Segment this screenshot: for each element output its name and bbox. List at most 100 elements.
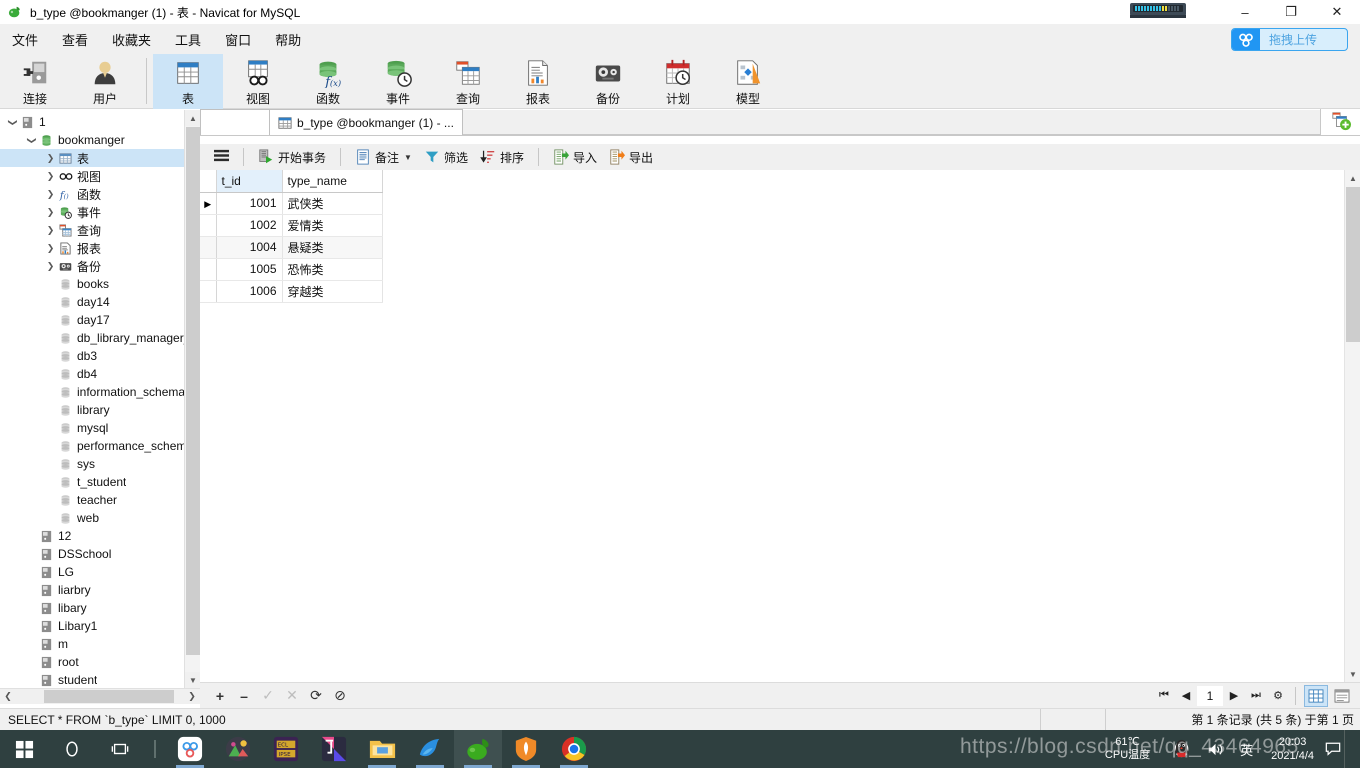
form-view-button[interactable]	[1330, 685, 1354, 707]
next-page-button[interactable]: ▶	[1223, 685, 1245, 707]
sidebar-item-day17[interactable]: day17	[0, 311, 199, 329]
sidebar-item--[interactable]: ❯ f() 函数	[0, 185, 199, 203]
menu-view[interactable]: 查看	[50, 26, 100, 53]
row-selector[interactable]: ▶	[200, 192, 217, 215]
cell-t_id[interactable]: 1001	[216, 192, 283, 215]
toolbar-button-connection[interactable]: 连接	[0, 54, 70, 109]
cell-type_name[interactable]: 恐怖类	[282, 258, 383, 281]
cell-t_id[interactable]: 1006	[216, 280, 283, 303]
sidebar-vertical-scrollbar[interactable]: ▲ ▼	[184, 110, 201, 688]
sidebar-item-root[interactable]: root	[0, 653, 199, 671]
row-selector[interactable]	[200, 258, 217, 281]
prev-page-button[interactable]: ◀	[1175, 685, 1197, 707]
toolbar-button-user[interactable]: 用户	[70, 54, 140, 109]
sidebar-item-m[interactable]: m	[0, 635, 199, 653]
sidebar-scroll-thumb[interactable]	[186, 127, 200, 655]
sidebar-item-db_library_manager_[interactable]: db_library_manager_	[0, 329, 199, 347]
sidebar-item--[interactable]: ❯ 查询	[0, 221, 199, 239]
sidebar-item--[interactable]: ❯ 事件	[0, 203, 199, 221]
sidebar-item-t_student[interactable]: t_student	[0, 473, 199, 491]
cell-type_name[interactable]: 穿越类	[282, 280, 383, 303]
column-header-type_name[interactable]: type_name	[282, 170, 383, 193]
toolbar-button-function[interactable]: f (x) 函数	[293, 54, 363, 109]
sidebar-item-performance_schema[interactable]: performance_schema	[0, 437, 199, 455]
grid-menu-button[interactable]	[208, 146, 235, 168]
maximize-button[interactable]: ❐	[1268, 0, 1314, 24]
menu-file[interactable]: 文件	[0, 26, 50, 53]
toolbar-button-query[interactable]: 查询	[433, 54, 503, 109]
baidu-netdisk-upload-widget[interactable]: 拖拽上传	[1231, 28, 1348, 51]
sidebar-scroll-right-button[interactable]: ❯	[184, 689, 200, 704]
notification-bell-icon[interactable]	[1322, 741, 1344, 757]
begin-transaction-button[interactable]: 开始事务	[252, 146, 332, 168]
tray-qq-icon[interactable]	[1172, 739, 1191, 759]
select-all-corner[interactable]	[200, 170, 217, 193]
sidebar-item-books[interactable]: books	[0, 275, 199, 293]
import-button[interactable]: 导入	[547, 146, 603, 168]
taskbar-app-mysql-workbench[interactable]	[406, 730, 454, 768]
filter-button[interactable]: 筛选	[418, 146, 474, 168]
taskbar-app-security[interactable]	[502, 730, 550, 768]
tray-volume-icon[interactable]	[1207, 741, 1224, 758]
table-row[interactable]: 1005 恐怖类	[200, 258, 383, 281]
sidebar-item-information_schema[interactable]: information_schema	[0, 383, 199, 401]
sidebar-item-day14[interactable]: day14	[0, 293, 199, 311]
sidebar-hscroll-track[interactable]	[16, 689, 184, 704]
chevron-right-icon[interactable]: ❯	[44, 243, 57, 254]
cell-t_id[interactable]: 1002	[216, 214, 283, 237]
sidebar-item-web[interactable]: web	[0, 509, 199, 527]
toolbar-button-model[interactable]: 模型	[713, 54, 783, 109]
column-header-t_id[interactable]: t_id	[216, 170, 283, 193]
chevron-down-icon[interactable]: ▼	[404, 153, 412, 162]
grid-vertical-scrollbar[interactable]: ▲ ▼	[1344, 170, 1360, 682]
grid-scroll-up-button[interactable]: ▲	[1345, 170, 1360, 186]
toolbar-button-table[interactable]: 表	[153, 54, 223, 109]
cell-type_name[interactable]: 武侠类	[282, 192, 383, 215]
grid-scroll-thumb[interactable]	[1346, 187, 1360, 342]
tab-b-type[interactable]: b_type @bookmanger (1) - ...	[270, 109, 463, 135]
taskbar-app-explorer[interactable]	[358, 730, 406, 768]
taskbar-app-baidu[interactable]	[166, 730, 214, 768]
table-row[interactable]: 1004 悬疑类	[200, 236, 383, 259]
first-page-button[interactable]: ⏮	[1153, 685, 1175, 707]
last-page-button[interactable]: ⏭	[1245, 685, 1267, 707]
toolbar-button-schedule[interactable]: 计划	[643, 54, 713, 109]
add-record-button[interactable]: +	[208, 684, 232, 708]
data-grid[interactable]: t_id type_name ▶ 1001 武侠类 1002 爱情类 1004 悬疑类 1005 恐…	[200, 170, 1360, 682]
note-button[interactable]: 备注 ▼	[349, 146, 418, 168]
chevron-down-icon[interactable]: ❯	[7, 116, 18, 129]
chevron-down-icon[interactable]: ❯	[26, 134, 37, 147]
taskbar-app-intellij[interactable]	[310, 730, 358, 768]
toolbar-button-report[interactable]: 报表	[503, 54, 573, 109]
cpu-temperature-indicator[interactable]: 61℃ CPU温度	[1105, 736, 1150, 762]
export-button[interactable]: 导出	[603, 146, 659, 168]
sidebar-item-db3[interactable]: db3	[0, 347, 199, 365]
chevron-right-icon[interactable]: ❯	[44, 171, 57, 182]
object-tree-sidebar[interactable]: ❯ 1 ❯ bookmanger ❯ 表 ❯ 视图 ❯ f() 函数 ❯ 事件 ❯ 查询 ❯ 报表 ❯ 备份 book…	[0, 110, 200, 688]
cortana-search-button[interactable]	[48, 730, 96, 768]
chevron-right-icon[interactable]: ❯	[44, 207, 57, 218]
sidebar-item-lg[interactable]: LG	[0, 563, 199, 581]
sidebar-scroll-down-button[interactable]: ▼	[185, 672, 201, 688]
sidebar-item-1[interactable]: ❯ 1	[0, 113, 199, 131]
sort-button[interactable]: 排序	[474, 146, 530, 168]
sidebar-item-dsschool[interactable]: DSSchool	[0, 545, 199, 563]
chevron-right-icon[interactable]: ❯	[44, 153, 57, 164]
table-row[interactable]: 1002 爱情类	[200, 214, 383, 237]
menu-window[interactable]: 窗口	[213, 26, 263, 53]
sidebar-item-library[interactable]: library	[0, 401, 199, 419]
new-query-button[interactable]	[1320, 109, 1360, 135]
chevron-right-icon[interactable]: ❯	[44, 225, 57, 236]
menu-help[interactable]: 帮助	[263, 26, 313, 53]
minimize-button[interactable]: –	[1222, 0, 1268, 24]
menu-favorites[interactable]: 收藏夹	[100, 26, 163, 53]
table-row[interactable]: 1006 穿越类	[200, 280, 383, 303]
sidebar-item-mysql[interactable]: mysql	[0, 419, 199, 437]
toolbar-button-backup[interactable]: 备份	[573, 54, 643, 109]
start-button[interactable]	[0, 730, 48, 768]
sidebar-horizontal-scrollbar[interactable]: ❮ ❯	[0, 688, 200, 704]
chevron-right-icon[interactable]: ❯	[44, 261, 57, 272]
sidebar-item-db4[interactable]: db4	[0, 365, 199, 383]
table-row[interactable]: ▶ 1001 武侠类	[200, 192, 383, 215]
taskbar-app-eclipse[interactable]: ECL IPSE	[262, 730, 310, 768]
